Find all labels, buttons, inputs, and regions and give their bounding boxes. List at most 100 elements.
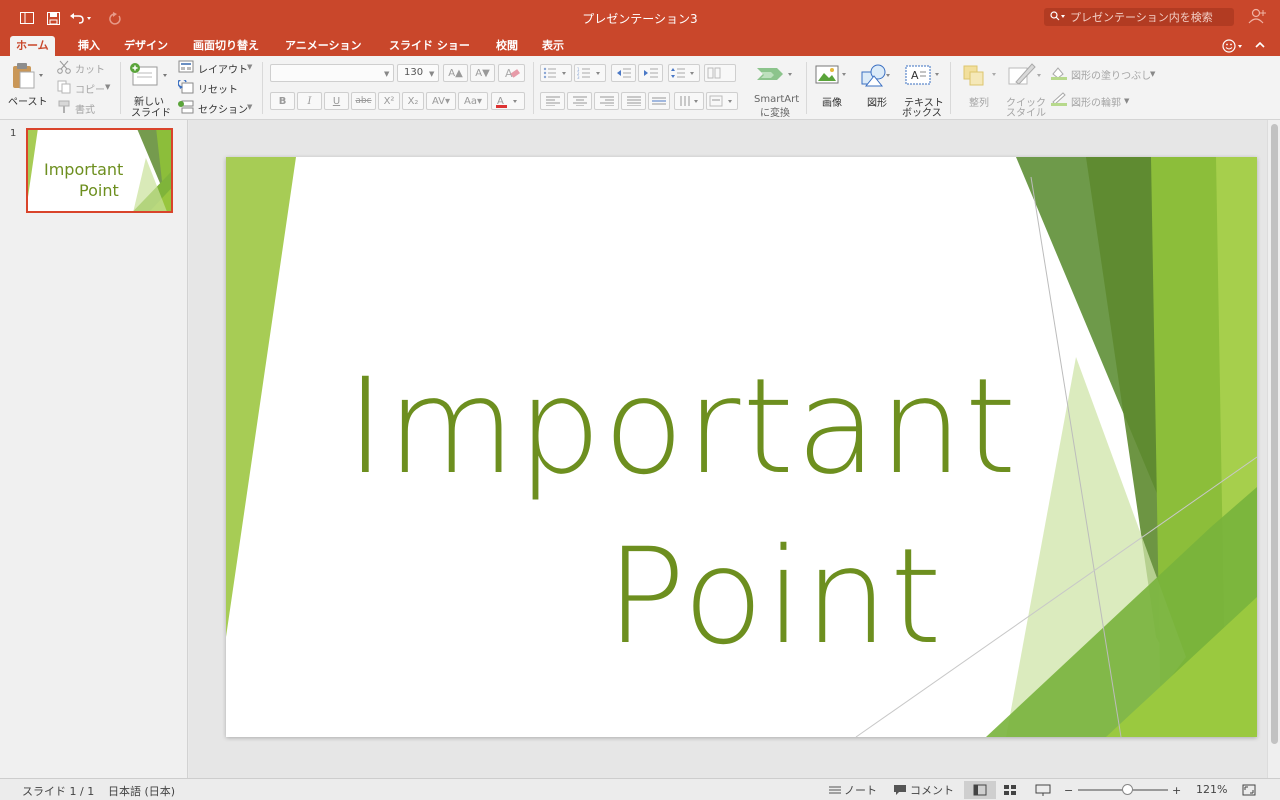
tab-animations[interactable]: アニメーション [279, 36, 368, 56]
align-text-button[interactable] [706, 92, 738, 110]
increase-indent-button[interactable] [638, 64, 663, 82]
format-painter-icon[interactable] [57, 100, 71, 117]
feedback-smiley-icon[interactable] [1222, 38, 1242, 54]
chevron-up-icon[interactable] [1254, 39, 1268, 53]
decrease-indent-button[interactable] [611, 64, 636, 82]
numbering-button[interactable]: 123 [574, 64, 606, 82]
tab-review[interactable]: 校閲 [490, 36, 524, 56]
subscript-button[interactable]: X₂ [402, 92, 424, 110]
strikethrough-button[interactable]: abc [351, 92, 376, 110]
tab-view[interactable]: 表示 [536, 36, 570, 56]
slide-canvas[interactable]: Important Point [226, 157, 1257, 737]
section-icon[interactable] [178, 100, 194, 117]
slide-sorter-button[interactable] [1003, 782, 1017, 798]
copy-label[interactable]: コピー [75, 81, 105, 96]
search-input[interactable] [1070, 10, 1230, 24]
language-indicator[interactable]: 日本語 (日本) [108, 783, 175, 799]
scrollbar-thumb[interactable] [1271, 124, 1278, 744]
zoom-in-button[interactable]: + [1172, 782, 1181, 798]
chevron-down-icon[interactable]: ▼ [105, 83, 110, 91]
font-grow-button[interactable]: A▲ [443, 64, 468, 82]
italic-button[interactable]: I [297, 92, 322, 110]
paste-icon[interactable] [10, 62, 44, 93]
tab-slideshow[interactable]: スライド ショー [383, 36, 476, 56]
columns-button[interactable] [704, 64, 736, 82]
scissors-icon[interactable] [57, 60, 71, 77]
line-spacing-button[interactable] [668, 64, 700, 82]
reset-icon[interactable] [177, 78, 194, 97]
normal-view-button[interactable] [964, 781, 996, 799]
chevron-down-icon[interactable]: ▼ [429, 70, 434, 78]
search-box[interactable] [1044, 8, 1234, 26]
font-name-select[interactable] [270, 64, 394, 82]
slide-title-line-2[interactable]: Point [606, 527, 944, 667]
new-slide-label-2[interactable]: スライド [131, 104, 171, 119]
zoom-slider[interactable] [1078, 782, 1168, 798]
shape-fill-icon[interactable] [1050, 66, 1068, 83]
slide-title-line-1[interactable]: Important [346, 357, 1018, 497]
change-case-button[interactable]: Aa▾ [458, 92, 488, 110]
slide-thumbnail[interactable]: Important Point [26, 128, 173, 213]
textbox-icon[interactable]: A [904, 64, 942, 89]
vertical-scrollbar[interactable] [1267, 120, 1280, 778]
picture-icon[interactable] [815, 64, 849, 89]
copy-icon[interactable] [57, 80, 71, 97]
text-direction-icon [680, 96, 698, 106]
tab-transitions[interactable]: 画面切り替え [187, 36, 265, 56]
superscript-button[interactable]: X² [378, 92, 400, 110]
justify-button[interactable] [621, 92, 646, 110]
shapes-label[interactable]: 図形 [867, 94, 887, 109]
quick-styles-label-2[interactable]: スタイル [1006, 104, 1046, 119]
new-slide-icon[interactable] [130, 62, 170, 91]
comments-button[interactable]: コメント [893, 782, 954, 798]
layout-icon[interactable] [178, 60, 194, 77]
textbox-label-2[interactable]: ボックス [902, 104, 942, 119]
align-left-button[interactable] [540, 92, 565, 110]
shapes-icon[interactable] [860, 62, 892, 91]
tab-design[interactable]: デザイン [118, 36, 174, 56]
shape-fill-label[interactable]: 図形の塗りつぶし [1071, 67, 1151, 82]
shape-outline-icon[interactable] [1050, 92, 1068, 109]
arrange-label[interactable]: 整列 [969, 94, 989, 109]
presenter-view-button[interactable] [1035, 782, 1051, 798]
bold-button[interactable]: B [270, 92, 295, 110]
paste-label[interactable]: ペースト [8, 93, 48, 108]
clear-format-button[interactable]: A [498, 64, 525, 82]
align-right-button[interactable] [594, 92, 619, 110]
picture-label[interactable]: 画像 [822, 94, 842, 109]
chevron-down-icon[interactable]: ▼ [1150, 70, 1155, 78]
underline-button[interactable]: U [324, 92, 349, 110]
text-direction-button[interactable] [674, 92, 704, 110]
chevron-down-icon[interactable]: ▼ [384, 70, 389, 78]
align-center-button[interactable] [567, 92, 592, 110]
zoom-level[interactable]: 121% [1196, 783, 1227, 796]
character-spacing-button[interactable]: AV▾ [426, 92, 456, 110]
zoom-out-button[interactable]: − [1064, 782, 1073, 798]
distributed-button[interactable] [648, 92, 670, 110]
notes-button[interactable]: ノート [828, 782, 877, 798]
font-grow-icon: A▲ [448, 67, 463, 79]
layout-label[interactable]: レイアウト [198, 61, 248, 76]
chevron-down-icon[interactable]: ▼ [1124, 97, 1129, 105]
format-painter-label[interactable]: 書式 [75, 101, 95, 116]
tab-home[interactable]: ホーム [10, 36, 55, 56]
slide-sorter-icon [1004, 785, 1016, 795]
comments-label: コメント [910, 784, 954, 797]
smartart-icon[interactable] [755, 64, 795, 89]
bullets-button[interactable] [540, 64, 572, 82]
quick-styles-icon[interactable] [1006, 62, 1042, 91]
chevron-down-icon[interactable]: ▼ [247, 63, 252, 71]
arrange-icon[interactable] [962, 64, 998, 89]
section-label[interactable]: セクション [198, 101, 248, 116]
reset-label[interactable]: リセット [198, 81, 238, 96]
share-user-icon[interactable] [1248, 8, 1268, 26]
fit-to-window-button[interactable] [1242, 782, 1256, 798]
tab-insert[interactable]: 挿入 [72, 36, 106, 56]
shape-outline-label[interactable]: 図形の輪郭 [1071, 94, 1121, 109]
font-shrink-button[interactable]: A▼ [470, 64, 495, 82]
cut-label[interactable]: カット [75, 61, 105, 76]
font-color-button[interactable]: A [491, 92, 525, 110]
smartart-label-2[interactable]: に変換 [760, 104, 790, 119]
zoom-slider-knob[interactable] [1122, 784, 1133, 795]
chevron-down-icon[interactable]: ▼ [247, 103, 252, 111]
